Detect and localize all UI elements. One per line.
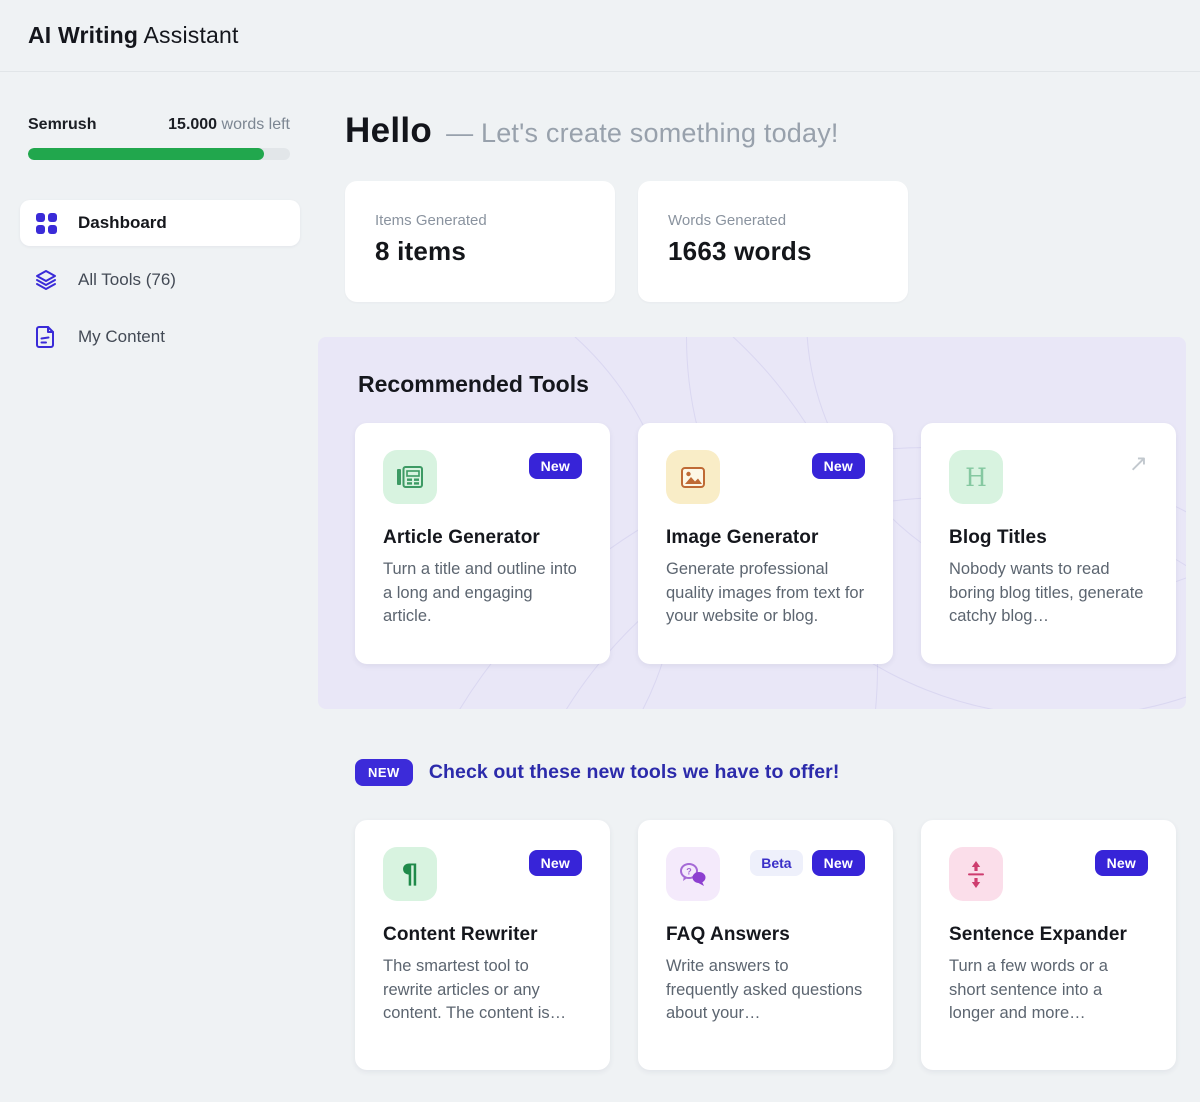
sidebar-item-label: Dashboard	[78, 213, 167, 232]
tool-card-title: Image Generator	[666, 527, 819, 548]
new-tools-callout: NEW Check out these new tools we have to…	[355, 759, 1186, 786]
letter-h-icon: H	[949, 450, 1003, 504]
newspaper-icon	[383, 450, 437, 504]
tool-card-title: Content Rewriter	[383, 924, 538, 945]
pilcrow-icon: ¶	[383, 847, 437, 901]
expand-vertical-icon	[949, 847, 1003, 901]
new-badge: New	[528, 453, 582, 479]
stat-label: Items Generated	[375, 212, 487, 229]
recommended-cards-row: New Article Generator Turn a title and o…	[355, 423, 1186, 664]
stat-value: 1663 words	[668, 236, 812, 266]
tool-card-sentence-expander[interactable]: New Sentence Expander Turn a few words o…	[921, 820, 1176, 1070]
tool-card-description: Nobody wants to read boring blog titles,…	[949, 560, 1144, 626]
plan-name: Semrush	[28, 116, 97, 133]
tool-card-faq-answers[interactable]: ? Beta New FAQ Answers Write answers to …	[638, 820, 893, 1070]
tool-card-blog-titles[interactable]: H ↗ Blog Titles Nobody wants to read bor…	[921, 423, 1176, 664]
tool-card-title: Sentence Expander	[949, 924, 1128, 945]
tool-card-description: Write answers to frequently asked questi…	[666, 957, 863, 1023]
app-title: AI Writing Assistant	[28, 22, 239, 49]
sidebar-item-label: My Content	[78, 327, 165, 346]
svg-text:?: ?	[686, 866, 692, 876]
stat-label: Words Generated	[668, 212, 787, 229]
app-title-light: Assistant	[143, 22, 239, 48]
tool-card-image-generator[interactable]: New Image Generator Generate professiona…	[638, 423, 893, 664]
greeting-subtitle: — Let's create something today!	[446, 118, 839, 148]
beta-badge: Beta	[750, 850, 803, 876]
tool-card-title: FAQ Answers	[666, 924, 790, 945]
recommended-tools-panel: Recommended Tools New Article Generator …	[318, 337, 1186, 709]
grid-icon	[34, 211, 58, 235]
recommended-tools-title: Recommended Tools	[358, 371, 589, 397]
chat-bubbles-icon: ?	[666, 847, 720, 901]
new-badge: New	[528, 850, 582, 876]
greeting-row: Hello — Let's create something today!	[345, 111, 1186, 151]
tool-card-description: The smartest tool to rewrite articles or…	[383, 957, 567, 1023]
app-header: AI Writing Assistant	[0, 0, 1200, 72]
open-arrow-icon: ↗	[1128, 450, 1148, 476]
sidebar: Semrush 15.000 words left Dashboard All …	[0, 72, 318, 1070]
words-left-label: 15.000 words left	[168, 116, 290, 133]
tool-card-description: Turn a title and outline into a long and…	[383, 560, 577, 626]
greeting: Hello	[345, 111, 433, 150]
tool-card-description: Turn a few words or a short sentence int…	[949, 957, 1108, 1023]
plan-usage-row: Semrush 15.000 words left	[28, 116, 290, 134]
new-badge: New	[1094, 850, 1148, 876]
document-icon	[34, 325, 58, 349]
sidebar-item-my-content[interactable]: My Content	[20, 314, 300, 360]
stat-value: 8 items	[375, 236, 467, 266]
stat-card-items-generated: Items Generated 8 items	[345, 181, 615, 302]
new-tools-cards-row: ¶ New Content Rewriter The smartest tool…	[355, 820, 1186, 1070]
sidebar-item-label: All Tools (76)	[78, 270, 176, 289]
main-content: Hello — Let's create something today! It…	[318, 72, 1200, 1070]
new-badge: New	[811, 850, 865, 876]
layers-icon	[34, 268, 58, 292]
new-tools-title: Check out these new tools we have to off…	[428, 761, 840, 783]
tool-card-description: Generate professional quality images fro…	[666, 560, 865, 626]
new-badge: New	[811, 453, 865, 479]
sidebar-nav: Dashboard All Tools (76) My Content	[20, 200, 300, 360]
tool-card-content-rewriter[interactable]: ¶ New Content Rewriter The smartest tool…	[355, 820, 610, 1070]
words-progress-fill	[28, 148, 264, 160]
app-title-bold: AI Writing	[28, 22, 139, 48]
tool-card-title: Article Generator	[383, 527, 540, 548]
sidebar-item-dashboard[interactable]: Dashboard	[20, 200, 300, 246]
words-progress-bar	[28, 148, 290, 160]
stats-row: Items Generated 8 items Words Generated …	[345, 181, 1186, 302]
new-badge: NEW	[355, 759, 413, 786]
stat-card-words-generated: Words Generated 1663 words	[638, 181, 908, 302]
tool-card-title: Blog Titles	[949, 527, 1047, 548]
tool-card-article-generator[interactable]: New Article Generator Turn a title and o…	[355, 423, 610, 664]
image-icon	[666, 450, 720, 504]
sidebar-item-all-tools[interactable]: All Tools (76)	[20, 257, 300, 303]
words-left-value: 15.000	[168, 116, 218, 133]
